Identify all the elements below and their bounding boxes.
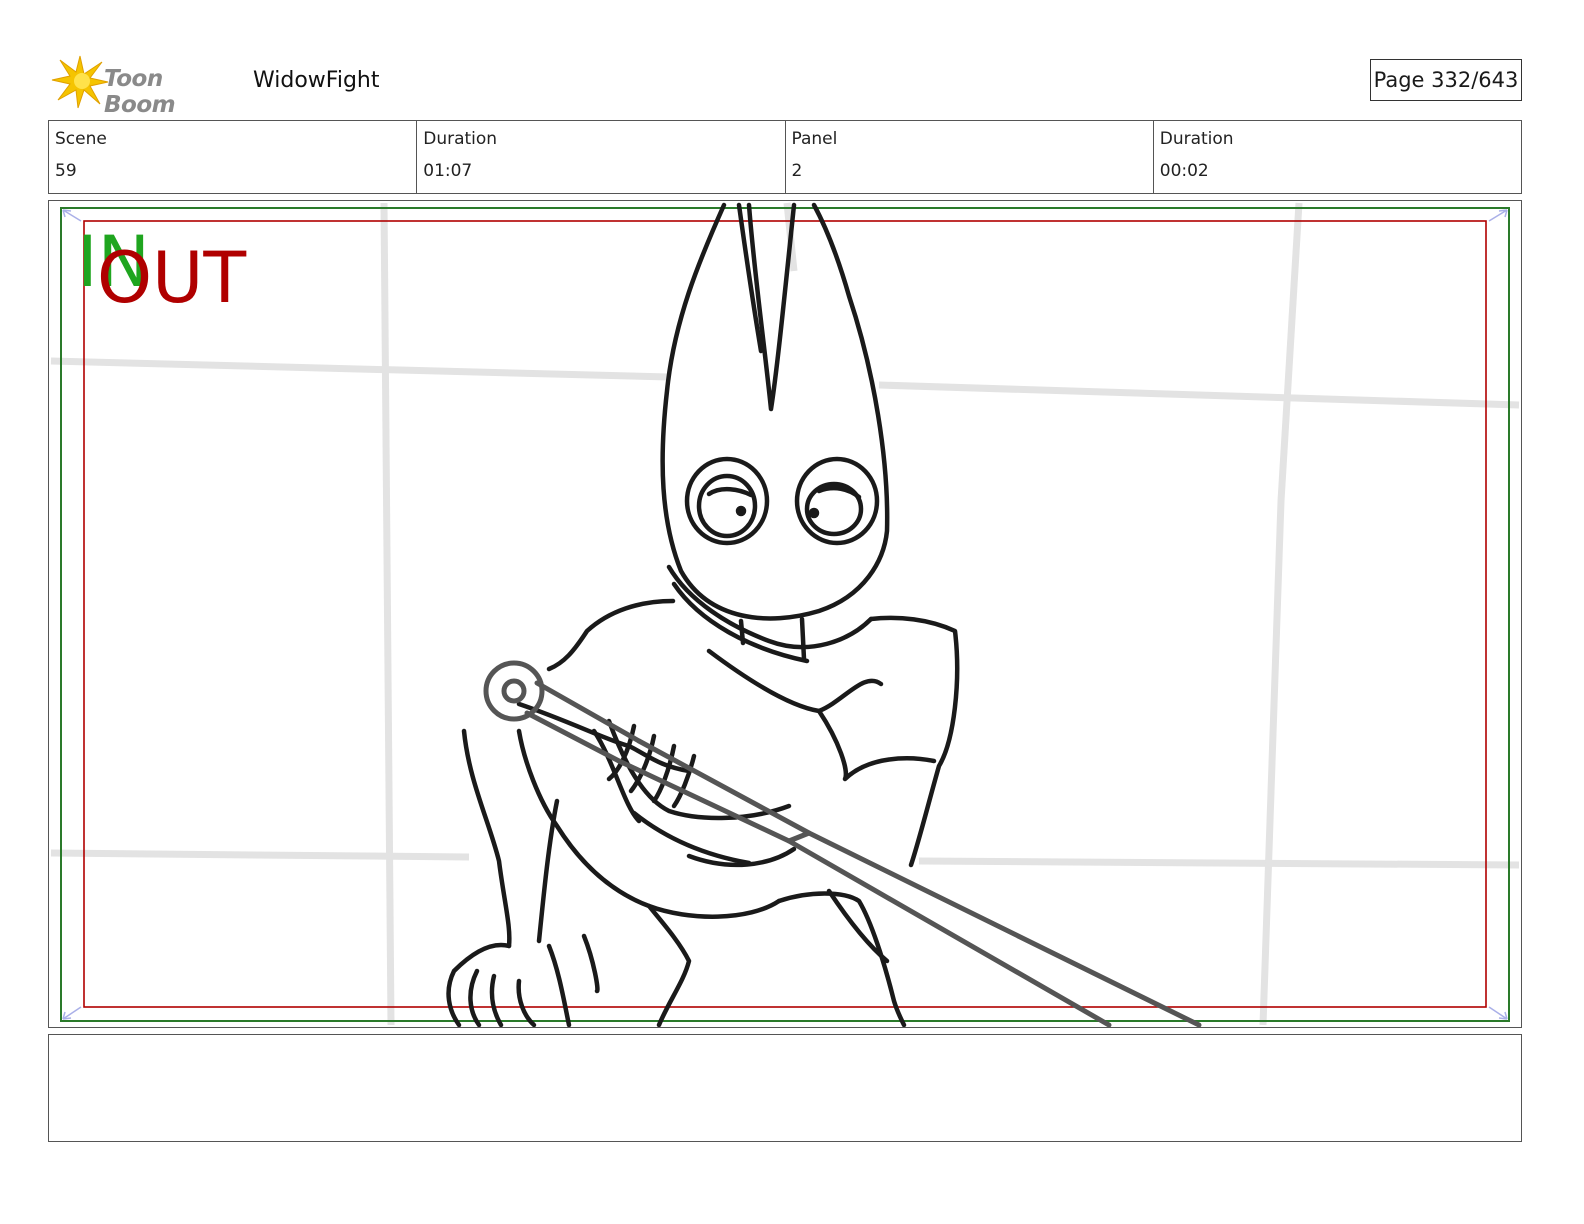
panel-value: 2 — [791, 161, 803, 181]
scene-label: Scene — [55, 129, 107, 149]
storyboard-panel-image: IN OUT — [48, 200, 1522, 1028]
panel-duration-value: 00:02 — [1159, 161, 1209, 181]
panel-label: Panel — [791, 129, 838, 149]
toon-boom-logo: Toon Boom — [50, 54, 240, 118]
panel-duration-label: Duration — [1159, 129, 1234, 149]
panel-notes-box — [48, 1034, 1522, 1142]
scene-value: 59 — [55, 161, 77, 181]
panel-drawing — [50, 202, 1520, 1027]
page-number: Page 332/643 — [1370, 59, 1522, 101]
scene-cell: Scene 59 — [49, 121, 418, 193]
out-marker: OUT — [97, 237, 247, 319]
storyboard-header: Toon Boom WidowFight Page 332/643 — [48, 52, 1522, 118]
scene-duration-value: 01:07 — [423, 161, 473, 181]
logo-text: Toon Boom — [104, 66, 176, 118]
panel-info-table: Scene 59 Duration 01:07 Panel 2 Duration… — [48, 120, 1522, 194]
scene-duration-label: Duration — [423, 129, 498, 149]
scene-duration-cell: Duration 01:07 — [417, 121, 786, 193]
panel-cell: Panel 2 — [786, 121, 1154, 193]
background-grid — [50, 202, 1520, 1026]
panel-duration-cell: Duration 00:02 — [1154, 121, 1521, 193]
star-burst-icon — [51, 55, 109, 109]
character-sketch — [446, 202, 960, 1027]
project-title: WidowFight — [253, 68, 380, 93]
